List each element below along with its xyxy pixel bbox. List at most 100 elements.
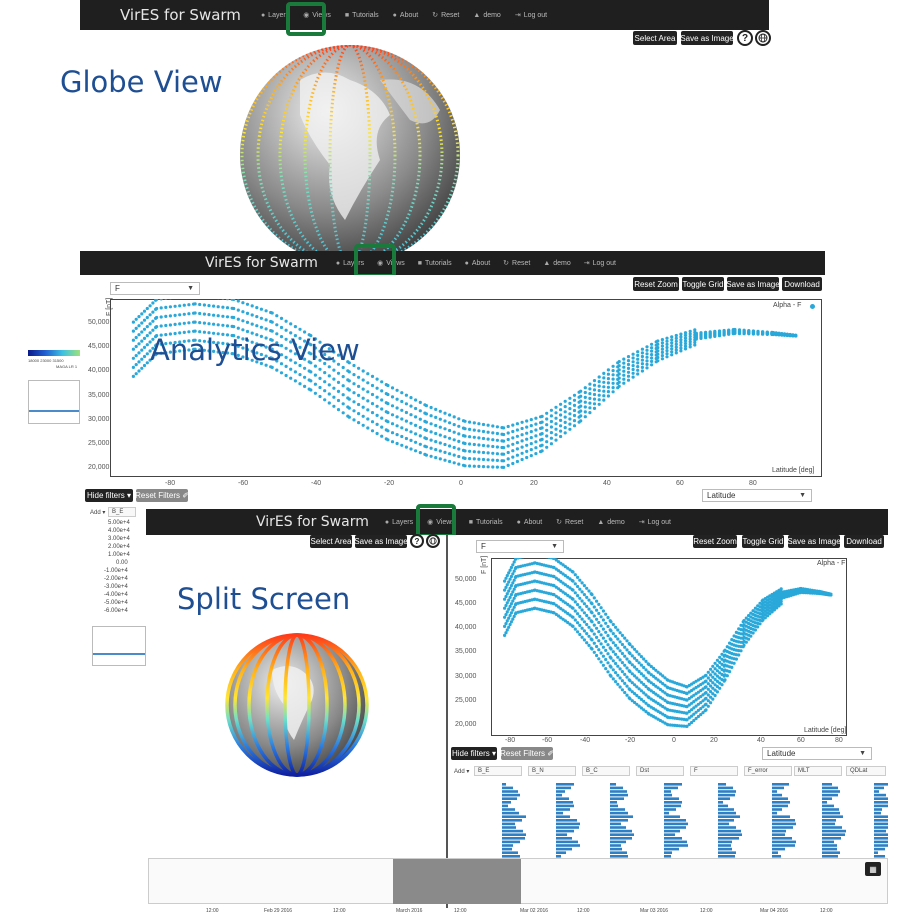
filter-column-ferror[interactable]: F_error: [744, 766, 792, 776]
histogram-bar: [772, 829, 786, 833]
save-image-button[interactable]: Save as Image: [354, 535, 408, 548]
save-image-button[interactable]: Save as Image: [787, 535, 841, 548]
brand-title[interactable]: VirES for Swarm: [120, 6, 241, 24]
add-filter-label[interactable]: Add ▾: [90, 509, 105, 516]
help-icon[interactable]: ?: [410, 534, 424, 548]
scatter-point: [448, 428, 452, 433]
scatter-point: [520, 457, 524, 462]
reset-filters-button[interactable]: Reset Filters ✐: [135, 489, 189, 502]
globe-3d-view-small[interactable]: [222, 630, 372, 780]
analytics-scatter-plot[interactable]: [110, 299, 822, 477]
nav-tutorials[interactable]: ■ Tutorials: [418, 260, 452, 267]
filter-column-mlt[interactable]: MLT: [794, 766, 842, 776]
add-filter-label[interactable]: Add ▾: [454, 768, 469, 775]
nav-tutorials[interactable]: ■ Tutorials: [469, 519, 503, 526]
download-button[interactable]: Download: [782, 277, 822, 291]
nav-logout[interactable]: ⇥ Log out: [639, 518, 671, 527]
histogram-bar: [822, 840, 834, 844]
scatter-point: [580, 617, 584, 621]
filter-column-bn[interactable]: B_N: [528, 766, 576, 776]
time-selection-window[interactable]: [393, 859, 521, 904]
scatter-point: [582, 620, 586, 624]
scatter-point: [468, 427, 472, 431]
brand-title[interactable]: VirES for Swarm: [256, 514, 369, 530]
filter-column-bc[interactable]: B_C: [582, 766, 630, 776]
filter-column-dst[interactable]: Dst: [636, 766, 684, 776]
nav-tutorials[interactable]: ■ Tutorials: [345, 12, 379, 19]
reset-zoom-button[interactable]: Reset Zoom: [633, 277, 679, 291]
y-parameter-select[interactable]: F ▼: [110, 282, 200, 295]
split-scatter-plot[interactable]: [491, 558, 847, 736]
brand-title[interactable]: VirES for Swarm: [205, 255, 318, 271]
nav-user[interactable]: ▲ demo: [473, 12, 500, 19]
help-icon[interactable]: ?: [737, 30, 753, 46]
hide-filters-button[interactable]: Hide filters ▾: [85, 489, 133, 502]
histogram-bar: [556, 815, 570, 818]
download-button[interactable]: Download: [844, 535, 884, 548]
globe-3d-view[interactable]: [230, 20, 470, 260]
nav-logout[interactable]: ⇥ Log out: [515, 11, 547, 20]
nav-about[interactable]: ● About: [517, 519, 543, 526]
nav-layers[interactable]: ● Layers: [385, 519, 413, 526]
nav-about[interactable]: ● About: [465, 260, 491, 267]
nav-layers[interactable]: ● Layers: [261, 12, 289, 19]
hide-filters-button[interactable]: Hide filters ▾: [451, 747, 497, 760]
scatter-point: [559, 402, 563, 406]
x-parameter-select[interactable]: Latitude ▼: [762, 747, 872, 760]
nav-user[interactable]: ▲ demo: [543, 260, 570, 267]
globe-icon[interactable]: [755, 30, 771, 46]
scatter-point: [448, 421, 452, 425]
scatter-point: [151, 301, 155, 305]
time-slider[interactable]: ▦: [148, 858, 888, 904]
histogram-bar: [772, 837, 792, 840]
nav-reset[interactable]: ↻ Reset: [432, 11, 459, 20]
nav-logout[interactable]: ⇥ Log out: [584, 259, 616, 268]
filter-column-qdlat[interactable]: QDLat: [846, 766, 886, 776]
nav-user[interactable]: ▲ demo: [597, 519, 624, 526]
select-area-button[interactable]: Select Area: [310, 535, 352, 548]
filter-column-f[interactable]: F: [690, 766, 738, 776]
calendar-icon[interactable]: ▦: [865, 862, 881, 876]
reset-zoom-button[interactable]: Reset Zoom: [693, 535, 737, 548]
scatter-point: [590, 647, 594, 651]
info-icon: ●: [516, 518, 521, 526]
scatter-point: [443, 411, 447, 415]
scatter-point: [495, 431, 499, 436]
filter-column-be[interactable]: B_E: [108, 507, 136, 517]
scatter-point: [742, 643, 746, 647]
histogram-bar: [502, 811, 519, 815]
histogram-bar: [822, 790, 840, 793]
time-slider-left[interactable]: [28, 380, 80, 424]
nav-about[interactable]: ● About: [393, 12, 419, 19]
scatter-point: [463, 441, 467, 446]
nav-reset[interactable]: ↻ Reset: [556, 518, 583, 527]
scatter-point: [452, 423, 456, 427]
scatter-point: [352, 400, 356, 404]
scatter-point: [390, 386, 395, 390]
save-image-button[interactable]: Save as Image: [680, 31, 734, 45]
histogram-bar: [610, 840, 626, 844]
filter-column-be[interactable]: B_E: [474, 766, 522, 776]
scatter-point: [583, 410, 587, 414]
scatter-point: [151, 319, 155, 323]
save-image-button[interactable]: Save as Image: [726, 277, 780, 291]
select-area-button[interactable]: Select Area: [633, 31, 677, 45]
nav-reset[interactable]: ↻ Reset: [503, 259, 530, 268]
reset-filters-button[interactable]: Reset Filters ✐: [500, 747, 554, 760]
scatter-point: [704, 691, 708, 695]
time-slider-left-2[interactable]: [92, 626, 146, 666]
toggle-grid-button[interactable]: Toggle Grid: [682, 277, 724, 291]
histogram-bar: [822, 801, 827, 804]
x-parameter-select[interactable]: Latitude ▼: [702, 489, 812, 502]
scatter-point: [503, 597, 507, 601]
scatter-point: [507, 589, 511, 593]
scatter-point: [599, 651, 603, 655]
globe-icon[interactable]: [426, 534, 440, 548]
toggle-grid-button[interactable]: Toggle Grid: [742, 535, 784, 548]
histogram-bar: [718, 847, 732, 851]
scatter-point: [645, 359, 649, 363]
scatter-point: [404, 393, 408, 397]
y-parameter-select[interactable]: F ▼: [476, 540, 564, 553]
scatter-point: [597, 402, 601, 406]
histogram-bar: [556, 811, 563, 815]
